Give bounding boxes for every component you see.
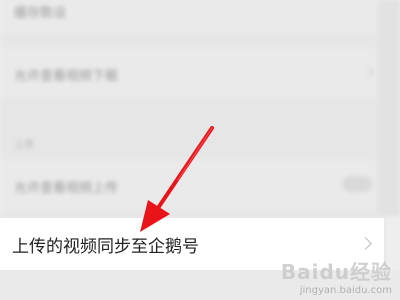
dimmed-settings-list: 缓存数设 允许查看视频下载 上传 允许查看视频上传 [0, 0, 400, 216]
settings-row-download[interactable]: 允许查看视频下载 [0, 48, 380, 98]
settings-screen: 缓存数设 允许查看视频下载 上传 允许查看视频上传 上传的视频同步至企鹅号 Ba… [0, 0, 400, 300]
chevron-right-icon [362, 66, 374, 78]
settings-row-upload[interactable]: 允许查看视频上传 [0, 160, 380, 210]
section-header-upload: 上传 [14, 140, 34, 151]
settings-row-label: 上传的视频同步至企鹅号 [12, 237, 199, 257]
baidu-logo: Baidu经验 [280, 260, 392, 284]
toggle-switch[interactable] [342, 176, 372, 192]
watermark-url: jingyan.baidu.com [299, 285, 392, 296]
settings-row-label: 允许查看视频上传 [14, 181, 119, 196]
settings-row-label: 缓存数设 [14, 6, 67, 21]
settings-row-cache[interactable]: 缓存数设 [0, 0, 380, 34]
settings-row-label: 允许查看视频下载 [14, 69, 119, 84]
chevron-right-icon [359, 237, 372, 250]
baidu-watermark: Baidu经验 jingyan.baidu.com [281, 256, 392, 296]
right-edge-panel [378, 0, 400, 216]
